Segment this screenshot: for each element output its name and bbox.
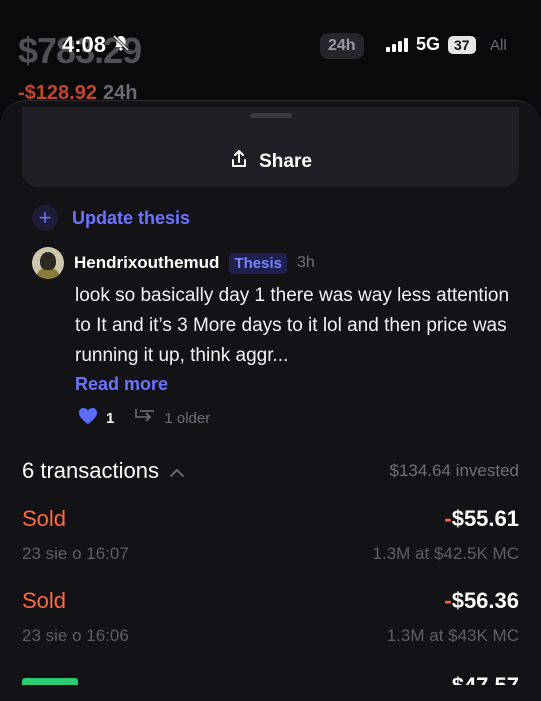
- filter-all[interactable]: All: [490, 37, 507, 54]
- thesis-badge: Thesis: [229, 252, 287, 274]
- status-time: 4:08: [62, 32, 130, 58]
- clock: 4:08: [62, 32, 107, 57]
- thesis-text: look so basically day 1 there was way le…: [75, 285, 510, 366]
- status-indicators: 5G 37: [386, 34, 476, 55]
- transaction-amount-partial: $47.57: [452, 673, 519, 685]
- transaction-type: Sold: [22, 506, 67, 531]
- transaction-type-partial: [22, 673, 92, 685]
- invested-total: $134.64 invested: [389, 461, 520, 480]
- transaction-amount: -$55.61: [444, 506, 519, 531]
- share-button[interactable]: Share: [22, 149, 519, 175]
- token-sheet: Share + Update thesis Hendrixouthemud Th…: [0, 100, 541, 701]
- read-more-link[interactable]: Read more: [75, 374, 168, 395]
- transaction-detail: 1.3M at $42.5K MC: [372, 544, 519, 563]
- share-label: Share: [259, 151, 312, 172]
- update-thesis-button[interactable]: + Update thesis: [32, 205, 190, 231]
- bell-muted-icon: [112, 32, 130, 58]
- transaction-row-partial[interactable]: $47.57: [22, 673, 519, 685]
- chevron-up-icon: [169, 458, 185, 484]
- author-name[interactable]: Hendrixouthemud: [74, 253, 219, 273]
- plus-icon: +: [32, 205, 58, 231]
- signal-icon: [386, 37, 408, 52]
- period-pill[interactable]: 24h: [320, 33, 364, 59]
- older-replies-link[interactable]: 1 older: [164, 410, 210, 427]
- heart-icon[interactable]: [78, 407, 98, 429]
- transaction-date: 23 sie o 16:06: [22, 626, 129, 645]
- transactions-header[interactable]: 6 transactions $134.64 invested: [22, 458, 519, 484]
- like-count: 1: [106, 409, 115, 427]
- transaction-date: 23 sie o 16:07: [22, 544, 129, 563]
- network-type: 5G: [416, 34, 441, 54]
- update-thesis-label: Update thesis: [72, 207, 191, 228]
- sheet-handle[interactable]: [250, 113, 292, 118]
- share-icon: [229, 149, 249, 175]
- thesis-author-row: Hendrixouthemud Thesis 3h: [32, 247, 315, 279]
- post-time: 3h: [296, 254, 315, 271]
- share-card: Share: [22, 107, 519, 187]
- battery-icon: 37: [448, 35, 476, 54]
- transaction-row[interactable]: Sold -$56.36 23 sie o 16:06 1.3M at $43K…: [22, 586, 519, 646]
- transaction-detail: 1.3M at $43K MC: [386, 626, 519, 645]
- transaction-row[interactable]: Sold -$55.61 23 sie o 16:07 1.3M at $42.…: [22, 504, 519, 564]
- reactions-row: 1 1 older: [78, 407, 210, 429]
- avatar[interactable]: [32, 247, 64, 279]
- transaction-amount: -$56.36: [444, 588, 519, 613]
- transaction-type: Sold: [22, 588, 67, 613]
- reply-icon: [134, 408, 156, 428]
- transactions-title: 6 transactions: [22, 458, 159, 483]
